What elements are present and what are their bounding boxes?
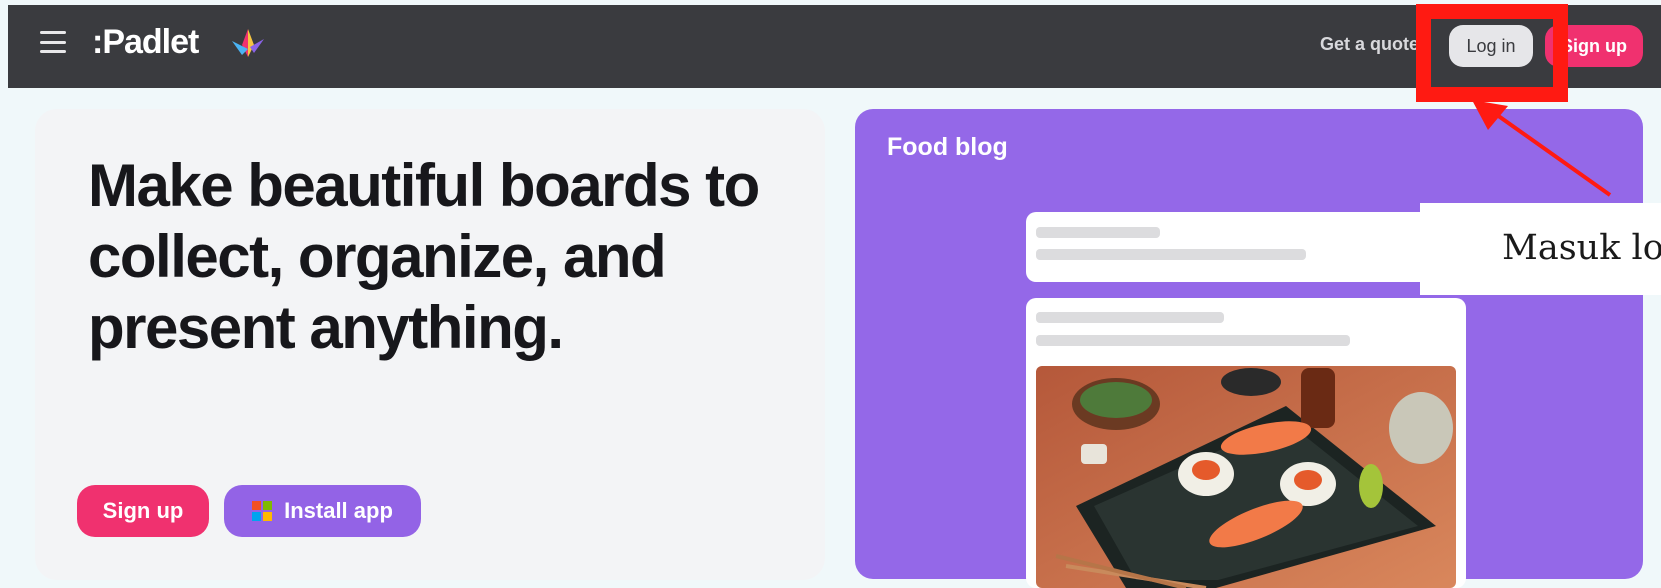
annotation-caption: Masuk login xyxy=(1502,228,1661,268)
login-highlight-box xyxy=(1416,4,1568,102)
windows-icon xyxy=(252,501,273,521)
menu-icon[interactable] xyxy=(36,27,70,57)
red-arrow-icon xyxy=(1472,100,1612,197)
padlet-bird-icon xyxy=(232,29,264,57)
install-app-button[interactable]: Install app xyxy=(224,485,421,537)
hero-title: Make beautiful boards to collect, organi… xyxy=(88,152,760,361)
install-app-label: Install app xyxy=(284,498,393,523)
get-a-quote-link[interactable]: Get a quote xyxy=(1320,34,1419,55)
board-preview-title: Food blog xyxy=(887,133,1008,161)
preview-post-card xyxy=(1026,212,1466,282)
hero-signup-button[interactable]: Sign up xyxy=(77,485,209,537)
padlet-logo[interactable]: :Padlet xyxy=(92,23,199,61)
sushi-image xyxy=(1036,366,1456,588)
